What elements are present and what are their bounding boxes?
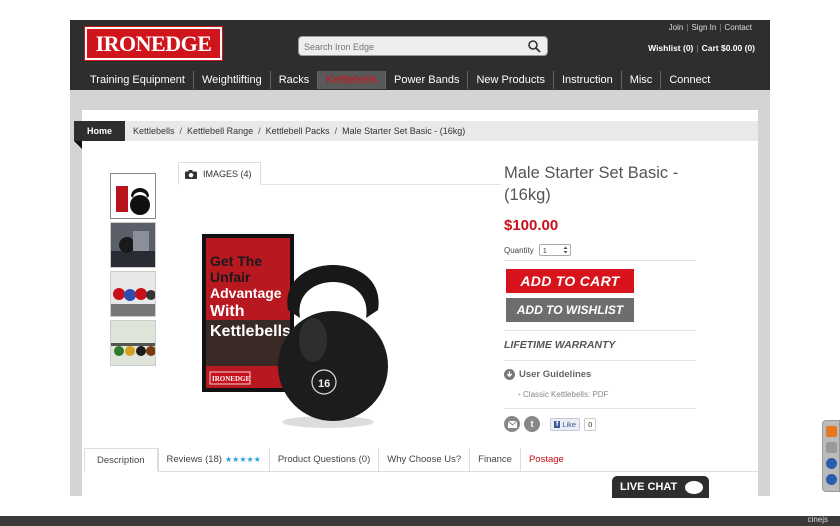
tab-postage[interactable]: Postage [519,448,572,472]
product-content: Home Kettlebells / Kettlebell Range / Ke… [74,110,758,496]
nav-power-bands[interactable]: Power Bands [385,70,467,89]
globe-icon[interactable] [825,458,837,469]
breadcrumb-separator: / [258,126,261,136]
breadcrumb-kettlebell-range[interactable]: Kettlebell Range [187,126,253,136]
search-icon[interactable] [527,39,541,53]
tab-product-questions[interactable]: Product Questions (0) [268,448,378,472]
nav-kettlebells[interactable]: Kettlebells [317,70,386,89]
dvd-logo: IRONEDGE [212,375,250,383]
dvd-title-line-3: Advantage [210,285,282,301]
add-to-cart-button[interactable]: ADD TO CART [506,269,634,293]
thumbnail-3[interactable] [110,271,156,317]
search-input[interactable] [299,38,519,56]
facebook-icon: f [554,420,561,428]
live-chat-label: LIVE CHAT [620,481,678,493]
dvd-title-line-5: Kettlebells [210,323,291,340]
nav-instruction[interactable]: Instruction [552,70,621,89]
nav-connect[interactable]: Connect [660,70,718,89]
kettlebell-image: 16 [278,265,388,428]
store-page: IRONEDGE Join|Sign In|Contact Wishlist (… [70,20,770,496]
nav-misc[interactable]: Misc [620,70,661,89]
breadcrumb: Home Kettlebells / Kettlebell Range / Ke… [74,121,758,149]
chat-bubble-icon [685,480,704,494]
breadcrumb-kettlebells[interactable]: Kettlebells [133,126,175,136]
rss-icon[interactable] [825,426,837,437]
sign-in-link[interactable]: Sign In [688,23,719,32]
breadcrumb-fold [74,141,82,149]
join-link[interactable]: Join [666,23,687,32]
dvd-title-line-4: With [210,303,245,320]
breadcrumb-home[interactable]: Home [74,121,125,141]
nav-new-products[interactable]: New Products [467,70,552,89]
images-divider [261,184,501,185]
tab-description[interactable]: Description [84,448,158,472]
facebook-like-count: 0 [584,417,597,431]
quantity-label: Quantity [504,245,534,255]
upload-icon[interactable] [825,442,837,453]
thumbnail-list [110,173,156,369]
kettlebell-weight-label: 16 [318,378,330,390]
breadcrumb-separator: / [334,126,338,136]
product-price: $100.00 [504,217,559,234]
images-tab[interactable]: IMAGES (4) [178,162,261,185]
social-share: t f Like 0 [504,416,597,432]
thumbnail-1[interactable] [110,173,156,219]
main-product-image[interactable]: Get The Unfair Advantage With Kettlebell… [178,190,418,435]
thumbnail-2[interactable] [110,222,156,268]
divider-line [504,360,696,361]
recorder-bottom-bar [0,516,840,526]
contact-link[interactable]: Contact [721,23,755,32]
lifetime-warranty-label: LIFETIME WARRANTY [504,339,616,351]
quantity-row: Quantity 1 [504,244,571,256]
divider-line [504,408,696,409]
nav-racks[interactable]: Racks [269,70,318,89]
breadcrumb-separator: / [179,126,183,136]
wishlist-link[interactable]: Wishlist (0) [648,43,693,53]
recorder-brand: cinejs [807,515,828,524]
dvd-title-line-2: Unfair [210,269,251,285]
pdf-link[interactable]: • Classic Kettlebells: PDF [518,390,608,399]
images-tab-label: IMAGES (4) [203,169,252,179]
live-chat-button[interactable]: LIVE CHAT [612,476,709,498]
product-tabs: Description Reviews (18) ★★★★★ Product Qu… [84,448,758,472]
tab-reviews-label: Reviews (18) [166,454,222,465]
updown-arrows-icon [563,246,568,254]
add-to-wishlist-button[interactable]: ADD TO WISHLIST [506,298,634,322]
divider-line [504,260,696,261]
user-guidelines-label: User Guidelines [519,369,592,380]
settings-icon[interactable] [825,474,837,485]
tab-why-choose-us[interactable]: Why Choose Us? [378,448,469,472]
twitter-share-icon[interactable]: t [524,416,540,432]
download-icon [504,369,515,380]
side-toolbar [822,420,840,492]
search-bar [298,36,548,56]
email-share-icon[interactable] [504,416,520,432]
dvd-title-line-1: Get The [210,253,262,269]
nav-weightlifting[interactable]: Weightlifting [192,70,270,89]
top-links: Join | Sign In | Contact [666,23,755,32]
facebook-like-button[interactable]: f Like [550,417,581,431]
breadcrumb-current: Male Starter Set Basic - (16kg) [342,126,466,136]
divider-line [504,330,696,331]
breadcrumb-kettlebell-packs[interactable]: Kettlebell Packs [266,126,330,136]
camera-icon [185,169,197,179]
quantity-select[interactable]: 1 [538,244,571,256]
main-nav: Training Equipment Weightlifting Racks K… [82,69,718,90]
cart-summary: Wishlist (0) | Cart $0.00 (0) [648,43,755,53]
tab-finance[interactable]: Finance [469,448,520,472]
quantity-value: 1 [542,245,547,255]
tab-reviews[interactable]: Reviews (18) ★★★★★ [157,448,269,472]
pdf-link-label: Classic Kettlebells: PDF [523,390,609,399]
user-guidelines-heading[interactable]: User Guidelines [504,369,591,380]
product-title: Male Starter Set Basic - (16kg) [504,164,679,204]
cart-link[interactable]: Cart $0.00 (0) [702,43,755,53]
browser-viewport: IRONEDGE Join|Sign In|Contact Wishlist (… [0,0,840,526]
facebook-like-label: Like [562,419,577,429]
thumbnail-4[interactable] [110,320,156,366]
site-header: IRONEDGE Join|Sign In|Contact Wishlist (… [70,20,770,90]
nav-training-equipment[interactable]: Training Equipment [82,71,193,89]
rating-stars: ★★★★★ [224,455,261,464]
ironedge-logo[interactable]: IRONEDGE [84,26,223,61]
